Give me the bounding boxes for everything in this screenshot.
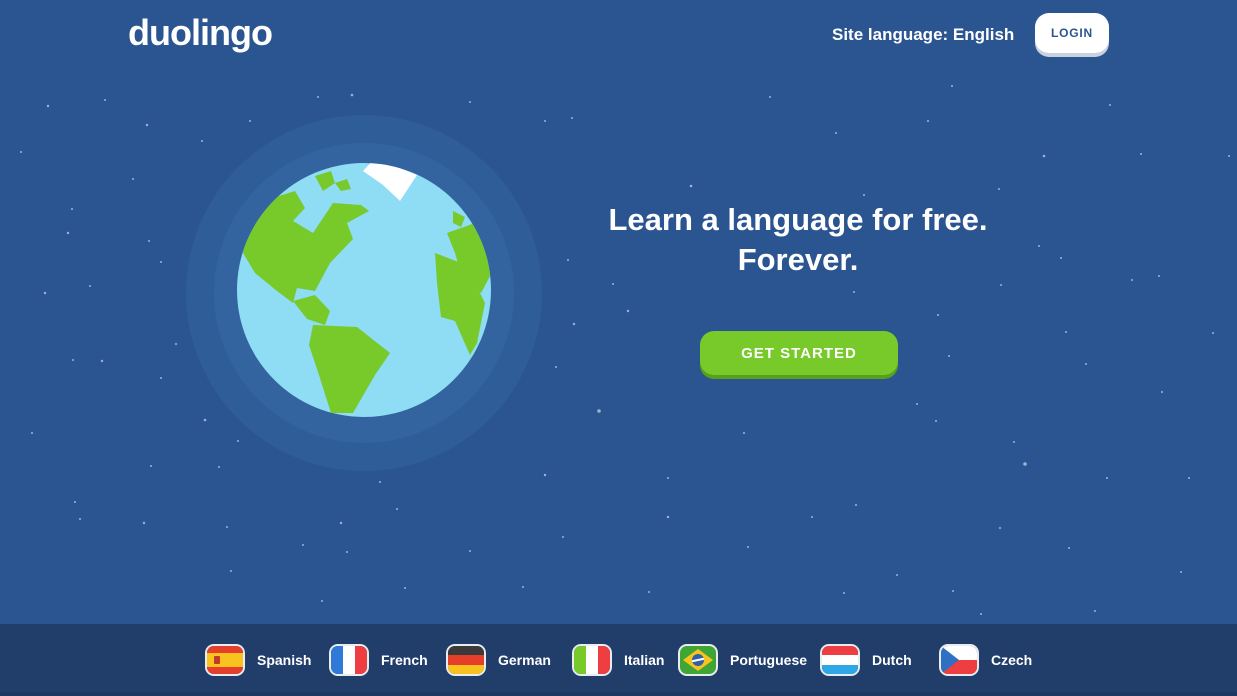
language-item-portuguese[interactable]: Portuguese (680, 644, 807, 676)
login-button[interactable]: LOGIN (1035, 13, 1109, 53)
duolingo-logo[interactable]: duolingo (128, 12, 273, 54)
italy-flag-icon (574, 646, 610, 674)
language-label: Dutch (872, 652, 912, 668)
language-item-spanish[interactable]: Spanish (207, 644, 311, 676)
globe-icon (186, 115, 542, 471)
site-language-selector[interactable]: Site language: English (832, 25, 1014, 45)
spain-flag-icon (207, 646, 243, 674)
language-label: Italian (624, 652, 665, 668)
language-label: German (498, 652, 551, 668)
language-label: Spanish (257, 652, 312, 668)
language-item-french[interactable]: French (331, 644, 428, 676)
language-item-italian[interactable]: Italian (574, 644, 664, 676)
czech-flag-icon (941, 646, 977, 674)
hero-title-line1: Learn a language for free. (608, 202, 988, 237)
get-started-button[interactable]: GET STARTED (700, 331, 898, 375)
germany-flag-icon (448, 646, 484, 674)
language-item-dutch[interactable]: Dutch (822, 644, 912, 676)
bottom-divider (0, 692, 1237, 696)
language-label: Portuguese (730, 652, 808, 668)
brazil-flag-icon (680, 646, 716, 674)
globe-illustration (185, 113, 545, 473)
language-item-german[interactable]: German (448, 644, 551, 676)
hero-heading: Learn a language for free. Forever. (570, 200, 1026, 280)
hero-title-line2: Forever. (737, 242, 859, 277)
france-flag-icon (331, 646, 367, 674)
language-item-czech[interactable]: Czech (941, 644, 1032, 676)
site-header: duolingo Site language: English LOGIN (0, 0, 1237, 70)
language-label: French (381, 652, 428, 668)
language-label: Czech (991, 652, 1033, 668)
netherlands-flag-icon (822, 646, 858, 674)
language-bar: Spanish French German Italian Portuguese… (0, 624, 1237, 696)
